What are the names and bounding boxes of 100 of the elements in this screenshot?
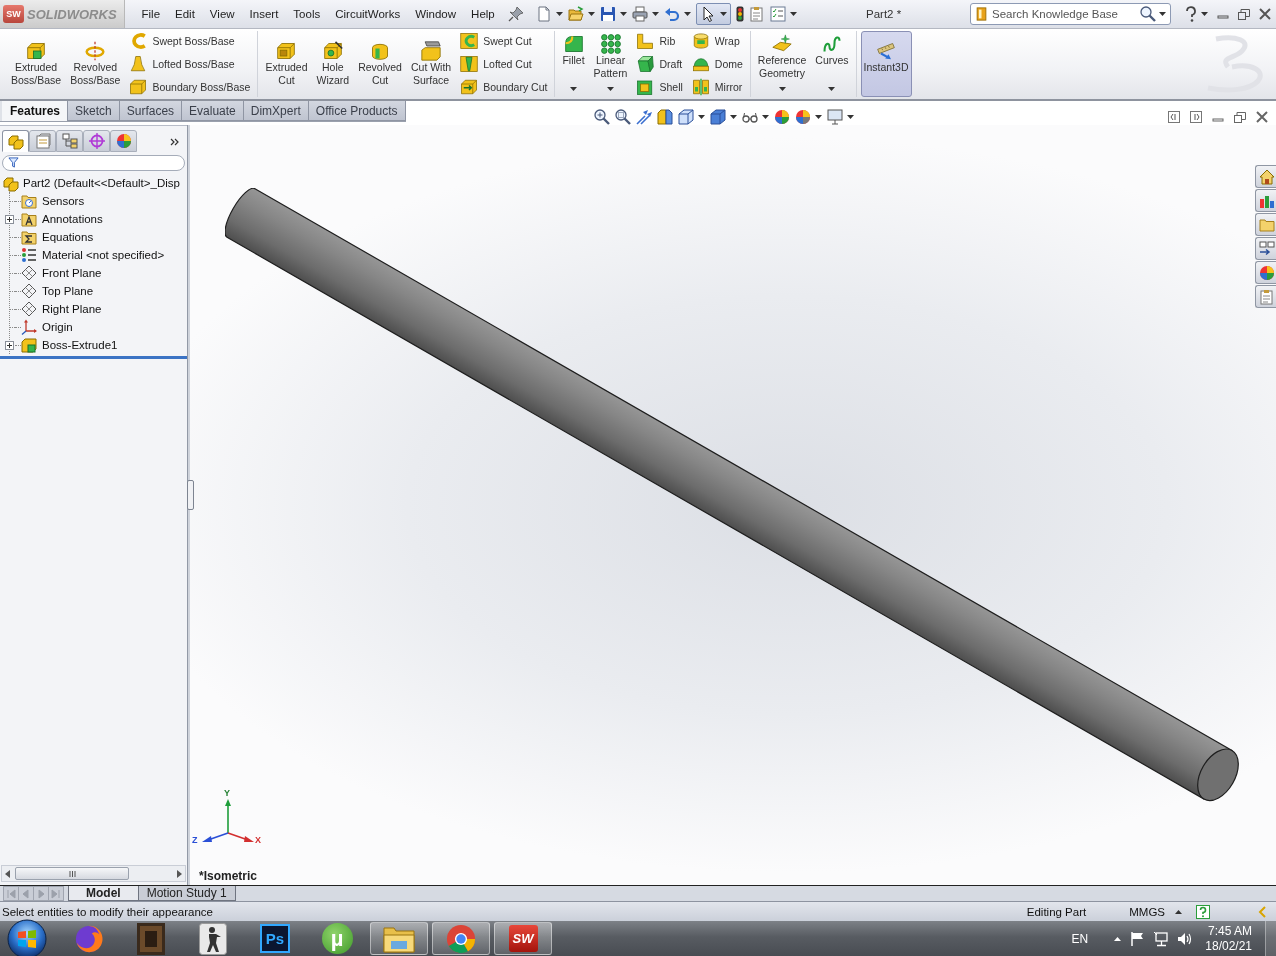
unit-system[interactable]: MMGS [1129, 905, 1165, 918]
tree-item[interactable]: Boss-Extrude1 [4, 336, 187, 354]
panel-tab[interactable] [56, 130, 83, 152]
checkered-ball-icon[interactable] [795, 109, 811, 125]
close-icon[interactable] [1256, 111, 1268, 123]
panel-tab[interactable] [110, 130, 137, 152]
caret-icon[interactable] [730, 115, 737, 119]
task-pane-tab[interactable] [1255, 237, 1276, 260]
app-logo[interactable]: Ps [260, 924, 290, 953]
flag-icon[interactable] [1129, 930, 1146, 947]
swirl-logo-icon[interactable] [74, 923, 104, 954]
tree-item[interactable]: Top Plane [4, 282, 187, 300]
arrows-icon[interactable] [636, 109, 652, 125]
menu-item[interactable]: CircuitWorks [327, 3, 408, 25]
color-ball-icon[interactable] [774, 109, 790, 125]
filter-field[interactable] [2, 155, 185, 171]
checklist-icon[interactable] [770, 6, 787, 22]
tree-item[interactable]: Origin [4, 318, 187, 336]
ribbon-button[interactable]: Extruded Boss/Base [8, 31, 65, 97]
clipboard-icon[interactable] [749, 6, 766, 22]
task-pane-tab[interactable] [1255, 189, 1276, 212]
network-icon[interactable] [1153, 930, 1170, 947]
caret-icon[interactable] [620, 12, 628, 16]
pushpin-icon[interactable] [508, 6, 525, 22]
tree-item[interactable]: Front Plane [4, 264, 187, 282]
select-tool-button[interactable] [696, 3, 732, 25]
ribbon-button[interactable]: Lofted Boss/Base [127, 54, 253, 74]
menu-item[interactable]: Help [463, 3, 503, 25]
tile-right-icon[interactable] [1190, 111, 1202, 123]
graphics-area[interactable]: Y Z X *Isometric [190, 125, 1276, 885]
soldier-silhouette-icon[interactable] [199, 922, 227, 955]
search-field[interactable]: Search Knowledge Base [970, 3, 1171, 25]
caret-icon[interactable] [652, 12, 660, 16]
panel-tab[interactable] [29, 130, 56, 152]
caret-icon[interactable] [847, 115, 854, 119]
caret-icon[interactable] [556, 12, 564, 16]
ribbon-button[interactable]: Instant3D [860, 31, 912, 97]
tree-item[interactable]: Material <not specified> [4, 246, 187, 264]
ribbon-button[interactable]: Extruded Cut [262, 31, 311, 97]
tab[interactable]: Features [2, 101, 69, 121]
ribbon-button[interactable]: Shell [634, 77, 685, 97]
scrollbar-thumb[interactable] [15, 867, 129, 880]
task-pane-tab[interactable] [1255, 285, 1276, 308]
ribbon-button[interactable]: Reference Geometry [754, 31, 810, 97]
traffic-light-icon[interactable] [736, 6, 745, 22]
tab[interactable]: Model [68, 886, 139, 901]
tab[interactable]: Surfaces [118, 101, 183, 121]
ribbon-button[interactable]: Swept Boss/Base [127, 31, 253, 51]
menu-item[interactable]: Insert [242, 3, 286, 25]
tab[interactable]: Motion Study 1 [137, 886, 236, 901]
caret-icon[interactable] [588, 12, 596, 16]
tile-left-icon[interactable] [1168, 111, 1180, 123]
start-orb-icon[interactable] [7, 918, 47, 956]
ribbon-button[interactable]: Mirror [689, 77, 745, 97]
tree-item[interactable]: Sensors [4, 192, 187, 210]
tab[interactable]: DimXpert [242, 101, 309, 121]
splitter-handle[interactable] [187, 480, 194, 510]
caret-icon[interactable] [790, 12, 798, 16]
ribbon-button[interactable]: Revolved Boss/Base [67, 31, 124, 97]
tree-item[interactable]: Part2 (Default<<Default>_Disp [0, 174, 187, 192]
caret-icon[interactable] [684, 12, 692, 16]
menu-item[interactable]: File [134, 3, 168, 25]
clock-time[interactable]: 7:45 AM [1207, 923, 1252, 939]
ribbon-button[interactable]: Fillet [559, 31, 588, 97]
taskbar-button[interactable]: SW [494, 922, 552, 955]
scroll-right-icon[interactable] [177, 869, 182, 878]
menu-item[interactable]: Edit [167, 3, 203, 25]
ribbon-button[interactable]: Draft [634, 54, 685, 74]
horizontal-scrollbar[interactable] [1, 865, 186, 882]
menu-item[interactable]: View [202, 3, 243, 25]
ribbon-button[interactable]: Boundary Boss/Base [127, 77, 253, 97]
panel-tab[interactable] [83, 130, 110, 152]
help-icon[interactable] [1185, 6, 1197, 22]
menu-item[interactable]: Window [407, 3, 464, 25]
ribbon-button[interactable]: Hole Wizard [313, 31, 353, 97]
caret-icon[interactable] [815, 115, 822, 119]
ribbon-button[interactable]: Boundary Cut [458, 77, 550, 97]
ribbon-button[interactable]: Linear Pattern [590, 31, 631, 97]
tab[interactable]: Sketch [67, 101, 120, 121]
caret-icon[interactable] [762, 115, 769, 119]
cube-icon[interactable] [678, 109, 694, 125]
shaded-cube-icon[interactable] [710, 109, 726, 125]
ribbon-button[interactable]: Dome [689, 54, 745, 74]
game-tile-icon[interactable] [137, 922, 165, 955]
tab[interactable]: Office Products [307, 101, 406, 121]
caret-up-icon[interactable] [1114, 936, 1122, 941]
tree-item[interactable]: Annotations [4, 210, 187, 228]
monitor-icon[interactable] [827, 109, 843, 125]
task-pane-tab[interactable] [1255, 261, 1276, 284]
split-block-icon[interactable] [657, 109, 673, 125]
menu-item[interactable]: Tools [285, 3, 328, 25]
restore-icon[interactable] [1234, 111, 1246, 123]
printer-icon[interactable] [632, 6, 649, 22]
expand-icon[interactable] [5, 340, 14, 350]
tab[interactable]: Evaluate [181, 101, 244, 121]
ribbon-button[interactable]: Swept Cut [458, 31, 550, 51]
restore-icon[interactable] [1238, 8, 1250, 20]
task-pane-tab[interactable] [1255, 213, 1276, 236]
panel-tab[interactable] [2, 130, 29, 152]
task-pane-tab[interactable] [1255, 165, 1276, 188]
